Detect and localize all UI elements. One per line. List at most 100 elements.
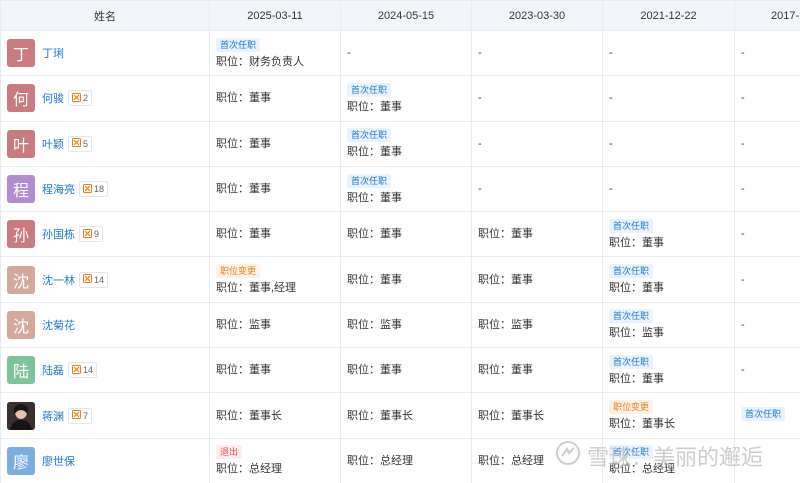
empty-value: - [609,183,613,196]
name-cell: 叶叶颖 5 [0,120,210,167]
position-cell: 首次任职 职位：董事 [340,120,472,167]
column-header-name: 姓名 [0,0,210,31]
change-type-tag: 职位变更 [609,400,654,415]
position-cell: 职位：监事 [471,301,603,349]
executive-change-table: 姓名 2025-03-11 2024-05-15 2023-03-30 2021… [0,0,800,483]
person-name-link[interactable]: 叶颖 [42,136,64,152]
position-cell: - [602,165,735,213]
position-cell: - [734,211,800,258]
avatar[interactable]: 程 [7,175,35,204]
empty-value: - [741,183,745,196]
table-row: 沈沈菊花 职位：监事 职位：监事 职位：监事 首次任职 职位：监事 - [0,301,800,349]
name-cell: 孙孙国栋 9 [0,211,210,258]
related-companies-badge[interactable]: 9 [79,226,104,243]
position-text: 职位：总经理 [347,454,413,467]
position-text: 职位：董事 [216,228,271,241]
position-cell: - [734,120,800,167]
avatar[interactable]: 丁 [7,39,35,68]
change-type-tag: 首次任职 [609,218,654,233]
name-cell: 沈沈一林 14 [0,256,210,303]
person-name-link[interactable]: 廖世保 [42,453,75,469]
column-header-date: 2024-05-15 [340,0,472,31]
empty-value: - [741,47,745,60]
empty-value: - [478,183,482,196]
related-companies-badge[interactable]: 7 [68,407,93,424]
table-row: 何何骏 2 职位：董事 首次任职 职位：董事 - - - [0,75,800,122]
position-text: 职位：董事 [216,364,271,377]
name-cell: 程程海亮 18 [0,165,210,213]
person-name-link[interactable]: 何骏 [42,90,64,106]
person-name-link[interactable]: 丁琍 [42,45,64,61]
related-companies-badge[interactable]: 14 [68,362,98,379]
column-header-date: 2017- [734,0,800,31]
position-cell: - [602,75,735,122]
person-name-link[interactable]: 陆磊 [42,362,64,378]
position-cell: 首次任职 [734,392,800,439]
position-text: 职位：董事 [478,273,533,286]
position-cell: 首次任职 职位：董事 [602,347,735,394]
position-cell: 首次任职 职位：董事 [340,75,472,122]
change-type-tag: 首次任职 [609,445,654,460]
table-row: 程程海亮 18 职位：董事 首次任职 职位：董事 - - - [0,165,800,213]
position-text: 职位：董事长 [347,409,413,422]
person-name-link[interactable]: 孙国栋 [42,226,75,242]
column-header-date: 2025-03-11 [209,0,341,31]
avatar[interactable]: 沈 [7,265,35,294]
avatar[interactable]: 廖 [7,446,35,475]
position-text: 职位：董事 [347,364,402,377]
related-icon [83,274,94,285]
position-cell: 首次任职 职位：监事 [602,301,735,349]
position-cell: 职位：董事 [209,120,341,167]
avatar[interactable]: 何 [7,84,35,113]
position-text: 职位：董事 [347,100,402,113]
person-name-link[interactable]: 沈一林 [42,272,75,288]
change-type-tag: 首次任职 [741,407,786,422]
person-name-link[interactable]: 程海亮 [42,181,75,197]
related-icon [72,364,83,376]
position-cell [734,437,800,483]
position-text: 职位：总经理 [609,463,675,476]
table-row: 孙孙国栋 9 职位：董事 职位：董事 职位：董事 首次任职 职位：董事 - [0,211,800,258]
change-type-tag: 首次任职 [609,309,654,324]
position-cell: 职位：董事 [340,256,472,303]
position-cell: - [602,120,735,167]
position-text: 职位：监事 [347,318,402,331]
name-cell: 沈沈菊花 [0,301,210,349]
related-companies-badge[interactable]: 2 [68,90,93,107]
position-cell: - [471,165,603,213]
position-cell: 职位：监事 [340,301,472,349]
table-header-row: 姓名 2025-03-11 2024-05-15 2023-03-30 2021… [0,0,800,31]
avatar[interactable]: 沈 [7,310,35,339]
related-companies-badge[interactable]: 14 [79,271,109,288]
position-cell: - [471,75,603,122]
badge-count: 14 [83,365,94,376]
empty-value: - [741,364,745,377]
table-row: 丁丁琍 首次任职 职位：财务负责人 - - - - [0,29,800,77]
position-cell: 职位：董事 [471,347,603,394]
position-text: 职位：董事长 [216,409,282,422]
position-text: 职位：董事 [609,372,664,385]
related-icon [72,410,83,421]
position-text: 职位：董事 [216,137,271,150]
avatar[interactable] [7,401,35,430]
person-name-link[interactable]: 蒋渊 [42,408,64,424]
empty-value: - [478,92,482,105]
empty-value: - [478,47,482,60]
position-cell: - [340,29,472,77]
person-name-link[interactable]: 沈菊花 [42,317,75,333]
column-header-date: 2023-03-30 [471,0,603,31]
table-row: 廖廖世保 退出 职位：总经理 职位：总经理 职位：总经理 首次任职 职位：总经理 [0,437,800,483]
column-header-date: 2021-12-22 [602,0,735,31]
position-cell: 职位：总经理 [471,437,603,483]
avatar[interactable]: 陆 [7,356,35,385]
position-cell: 职位：董事 [340,347,472,394]
name-cell: 何何骏 2 [0,75,210,122]
change-type-tag: 首次任职 [216,37,261,52]
avatar[interactable]: 孙 [7,220,35,249]
related-icon [72,92,83,104]
related-companies-badge[interactable]: 5 [68,135,93,152]
position-cell: 首次任职 职位：董事 [602,256,735,303]
avatar[interactable]: 叶 [7,129,35,158]
position-text: 职位：董事 [609,282,664,295]
related-companies-badge[interactable]: 18 [79,181,109,198]
